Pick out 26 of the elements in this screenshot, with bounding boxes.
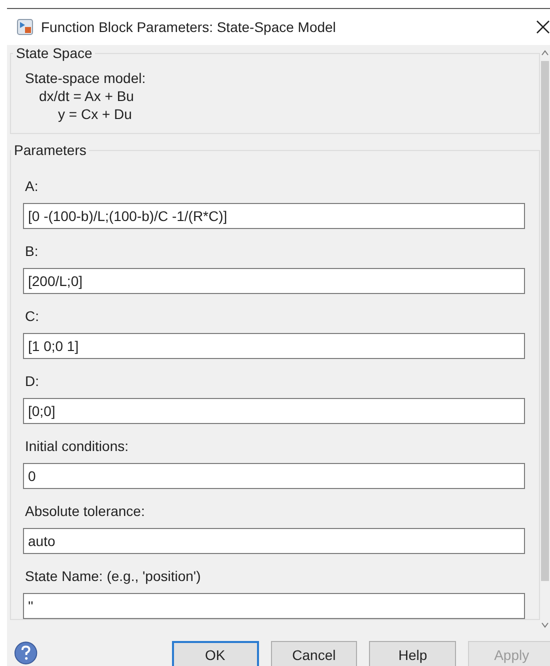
- field-label: A:: [24, 177, 40, 196]
- dialog-button[interactable]: Help: [369, 641, 456, 666]
- field-label: State Name: (e.g., 'position'): [24, 567, 202, 586]
- input-field[interactable]: [0;0]: [23, 398, 525, 424]
- field-label: C:: [24, 307, 40, 326]
- input-field[interactable]: [0 -(100-b)/L;(100-b)/C -1/(R*C)]: [23, 203, 525, 229]
- group-heading: State Space: [15, 45, 94, 61]
- input-field[interactable]: '': [23, 593, 525, 619]
- dialog-button[interactable]: Cancel: [270, 641, 358, 666]
- help-icon[interactable]: [14, 641, 38, 665]
- block-icon: [17, 19, 33, 35]
- model-equation: State-space model:: [25, 69, 147, 87]
- model-equation: dx/dt = Ax + Bu: [38, 87, 135, 105]
- field-label: D:: [24, 372, 40, 391]
- input-field[interactable]: auto: [23, 528, 525, 554]
- input-field[interactable]: [1 0;0 1]: [23, 333, 525, 359]
- input-field[interactable]: [200/L;0]: [23, 268, 525, 294]
- field-label: Initial conditions:: [24, 437, 130, 456]
- model-equation: y = Cx + Du: [57, 105, 133, 123]
- window-title: Function Block Parameters: State-Space Model: [41, 19, 336, 35]
- field-label: Absolute tolerance:: [24, 502, 146, 521]
- dialog-button[interactable]: OK: [172, 641, 259, 666]
- input-field[interactable]: 0: [23, 463, 525, 489]
- group-heading: Parameters: [13, 142, 88, 158]
- field-label: B:: [24, 242, 40, 261]
- close-icon[interactable]: [536, 20, 550, 34]
